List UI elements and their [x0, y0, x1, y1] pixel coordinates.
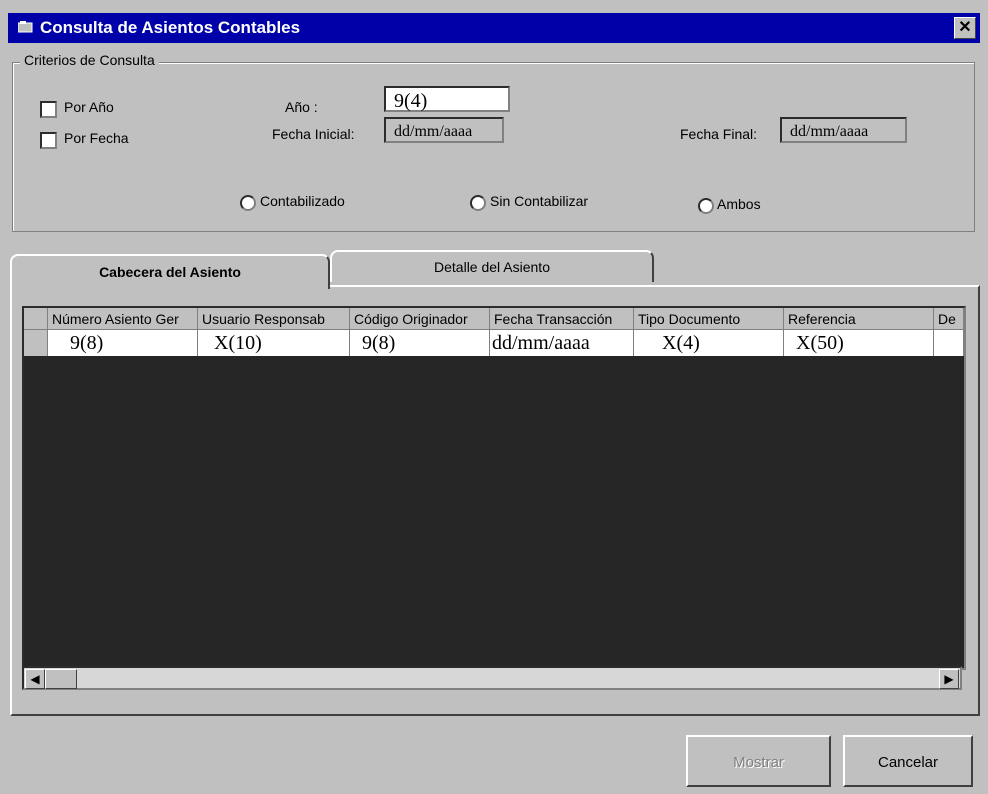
table-cell[interactable]: dd/mm/aaaa: [490, 330, 634, 356]
anio-input[interactable]: 9(4): [384, 86, 510, 112]
window-title: Consulta de Asientos Contables: [40, 18, 301, 37]
por-fecha-label: Por Fecha: [64, 130, 129, 146]
tab-cabecera[interactable]: Cabecera del Asiento: [10, 254, 330, 289]
scroll-left-icon[interactable]: ◀: [25, 669, 45, 689]
table-cell[interactable]: X(10): [198, 330, 350, 356]
column-header[interactable]: De: [934, 308, 964, 330]
fecha-final-label: Fecha Final:: [680, 126, 758, 142]
fecha-final-input[interactable]: dd/mm/aaaa: [780, 117, 907, 143]
table-cell[interactable]: X(50): [784, 330, 934, 356]
asientos-grid[interactable]: Número Asiento Ger Usuario Responsab Cód…: [22, 306, 966, 670]
mostrar-button[interactable]: Mostrar: [686, 735, 831, 787]
por-anio-label: Por Año: [64, 99, 114, 115]
grid-header: Número Asiento Ger Usuario Responsab Cód…: [24, 308, 964, 330]
column-header[interactable]: Referencia: [784, 308, 934, 330]
anio-label: Año :: [285, 99, 318, 115]
column-header[interactable]: Usuario Responsab: [198, 308, 350, 330]
table-row[interactable]: 9(8) X(10) 9(8) dd/mm/aaaa X(4) X(50): [24, 330, 964, 356]
tab-cabecera-label: Cabecera del Asiento: [99, 264, 241, 280]
contabilizado-label: Contabilizado: [260, 193, 345, 209]
por-fecha-checkbox[interactable]: [40, 132, 57, 149]
contabilizado-radio[interactable]: [240, 195, 256, 211]
ambos-label: Ambos: [717, 196, 761, 212]
window-icon: [18, 21, 33, 33]
ambos-radio[interactable]: [698, 198, 714, 214]
row-selector[interactable]: [24, 330, 48, 356]
table-cell[interactable]: 9(8): [350, 330, 490, 356]
table-cell[interactable]: 9(8): [48, 330, 198, 356]
table-cell[interactable]: [934, 330, 964, 356]
horizontal-scrollbar[interactable]: ◀ ▶: [22, 666, 962, 690]
mostrar-label: Mostrar: [733, 754, 784, 771]
column-header[interactable]: Fecha Transacción: [490, 308, 634, 330]
close-button[interactable]: ✕: [954, 17, 976, 39]
sin-contabilizar-label: Sin Contabilizar: [490, 193, 589, 209]
row-selector-header: [24, 308, 48, 330]
cancelar-label: Cancelar: [877, 754, 939, 771]
consulta-window: Consulta de Asientos Contables ✕ Criteri…: [0, 0, 988, 794]
scroll-right-icon[interactable]: ▶: [939, 669, 959, 689]
fecha-inicial-input[interactable]: dd/mm/aaaa: [384, 117, 504, 143]
column-header[interactable]: Tipo Documento: [634, 308, 784, 330]
fecha-inicial-label: Fecha Inicial:: [272, 126, 355, 142]
table-cell[interactable]: X(4): [634, 330, 784, 356]
tab-detalle[interactable]: Detalle del Asiento: [330, 250, 654, 282]
column-header[interactable]: Código Originador: [350, 308, 490, 330]
tab-detalle-label: Detalle del Asiento: [434, 259, 550, 275]
criteria-legend: Criterios de Consulta: [20, 52, 159, 68]
cancelar-button[interactable]: Cancelar: [843, 735, 973, 787]
sin-contabilizar-radio[interactable]: [470, 195, 486, 211]
title-bar[interactable]: Consulta de Asientos Contables ✕: [8, 13, 980, 43]
column-header[interactable]: Número Asiento Ger: [48, 308, 198, 330]
por-anio-checkbox[interactable]: [40, 101, 57, 118]
scroll-thumb[interactable]: [45, 669, 77, 689]
